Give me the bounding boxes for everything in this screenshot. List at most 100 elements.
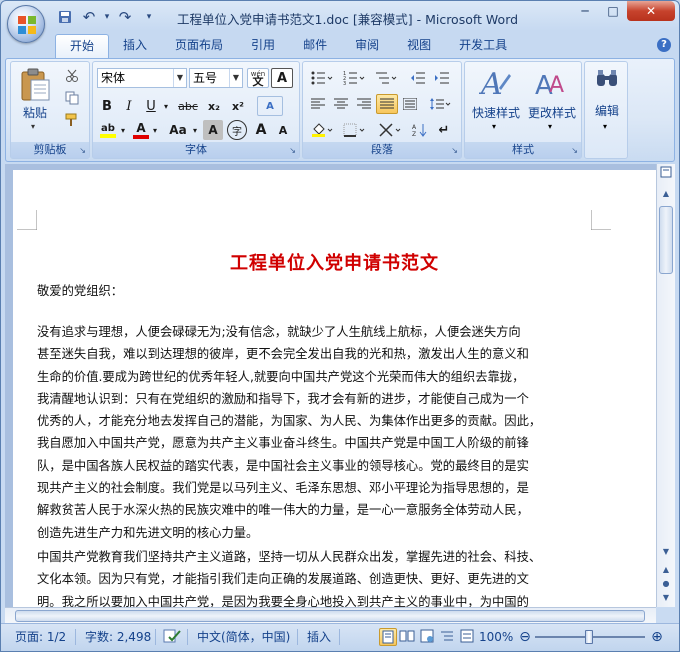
zoom-in-icon[interactable]: ⊕ bbox=[649, 628, 665, 646]
font-name-dropdown-icon[interactable]: ▼ bbox=[173, 69, 186, 87]
italic-button[interactable]: I bbox=[119, 96, 139, 116]
tab-review[interactable]: 审阅 bbox=[341, 34, 393, 58]
vertical-scrollbar[interactable]: ▲ ▼ ▲ ● ▼ bbox=[656, 164, 675, 607]
tab-developer[interactable]: 开发工具 bbox=[445, 34, 521, 58]
editing-group[interactable]: 编辑 ▾ bbox=[584, 61, 628, 159]
align-right-icon[interactable] bbox=[353, 94, 375, 114]
tab-mailings[interactable]: 邮件 bbox=[289, 34, 341, 58]
paragraph-launcher-icon[interactable]: ↘ bbox=[451, 146, 458, 155]
strikethrough-button[interactable]: abc bbox=[175, 96, 201, 116]
distributed-icon[interactable] bbox=[399, 94, 421, 114]
subscript-button[interactable]: x₂ bbox=[203, 96, 225, 116]
language-indicator[interactable]: 中文(简体，中国) bbox=[197, 628, 290, 646]
insert-mode-indicator[interactable]: 插入 bbox=[307, 628, 331, 646]
zoom-out-icon[interactable]: ⊖ bbox=[517, 628, 533, 646]
maximize-button[interactable]: □ bbox=[599, 1, 627, 21]
bullets-icon[interactable] bbox=[307, 68, 337, 88]
multilevel-list-icon[interactable] bbox=[371, 68, 401, 88]
line-spacing-icon[interactable] bbox=[425, 94, 455, 114]
quick-styles-dropdown-icon[interactable]: ▾ bbox=[492, 122, 496, 131]
phonetic-guide-button[interactable]: wén 文 bbox=[247, 68, 269, 88]
scroll-down-icon[interactable]: ▼ bbox=[658, 544, 674, 560]
save-icon[interactable] bbox=[55, 8, 75, 26]
font-name-combo[interactable]: 宋体 ▼ bbox=[97, 68, 187, 88]
tab-references[interactable]: 引用 bbox=[237, 34, 289, 58]
proofing-icon[interactable] bbox=[163, 628, 181, 646]
undo-dropdown-icon[interactable]: ▾ bbox=[103, 8, 111, 26]
clear-formatting-button[interactable]: A bbox=[257, 96, 283, 116]
change-case-button[interactable]: Aa bbox=[165, 120, 191, 140]
document-page[interactable]: 工程单位入党申请书范文 敬爱的党组织： 没有追求与理想，人便会碌碌无为;没有信念… bbox=[13, 170, 656, 607]
office-button[interactable] bbox=[7, 5, 45, 43]
page-count[interactable]: 页面: 1/2 bbox=[15, 628, 66, 646]
underline-button[interactable]: U bbox=[141, 96, 161, 116]
horizontal-scrollbar[interactable] bbox=[5, 607, 656, 623]
character-border-button[interactable]: A bbox=[271, 68, 293, 88]
draft-view-icon[interactable] bbox=[459, 628, 477, 646]
change-case-dropdown-icon[interactable]: ▾ bbox=[191, 120, 199, 140]
highlight-button[interactable]: ab bbox=[97, 120, 119, 140]
decrease-indent-icon[interactable] bbox=[407, 68, 429, 88]
font-launcher-icon[interactable]: ↘ bbox=[289, 146, 296, 155]
shading-icon[interactable] bbox=[307, 120, 337, 140]
zoom-level[interactable]: 100% bbox=[479, 628, 513, 646]
show-hide-marks-icon[interactable]: ↵ bbox=[433, 120, 455, 140]
format-painter-icon[interactable] bbox=[61, 110, 83, 130]
font-size-combo[interactable]: 五号 ▼ bbox=[189, 68, 243, 88]
print-layout-view-icon[interactable] bbox=[379, 628, 397, 646]
justify-icon[interactable] bbox=[376, 94, 398, 114]
editing-dropdown-icon[interactable]: ▾ bbox=[603, 122, 607, 131]
cut-icon[interactable] bbox=[61, 66, 83, 86]
bold-button[interactable]: B bbox=[97, 96, 117, 116]
character-shading-button[interactable]: A bbox=[203, 120, 223, 140]
highlight-dropdown-icon[interactable]: ▾ bbox=[119, 120, 127, 140]
view-ruler-icon[interactable] bbox=[658, 166, 674, 182]
font-size-dropdown-icon[interactable]: ▼ bbox=[229, 69, 242, 87]
grow-font-button[interactable]: A bbox=[251, 120, 271, 140]
customize-qat-icon[interactable]: ▾ bbox=[139, 8, 159, 26]
enclose-characters-button[interactable]: 字 bbox=[227, 120, 247, 140]
svg-text:3: 3 bbox=[343, 81, 346, 85]
paste-button[interactable]: 粘贴 ▾ bbox=[17, 66, 53, 138]
align-center-icon[interactable] bbox=[330, 94, 352, 114]
full-screen-reading-view-icon[interactable] bbox=[399, 628, 417, 646]
horizontal-scroll-thumb[interactable] bbox=[15, 610, 645, 622]
undo-icon[interactable]: ↶ bbox=[79, 8, 99, 26]
word-count[interactable]: 字数: 2,498 bbox=[85, 628, 151, 646]
tab-insert[interactable]: 插入 bbox=[109, 34, 161, 58]
zoom-slider[interactable] bbox=[535, 628, 645, 646]
superscript-button[interactable]: x² bbox=[227, 96, 249, 116]
styles-group-label: 样式 bbox=[465, 142, 581, 158]
borders-icon[interactable] bbox=[339, 120, 369, 140]
zoom-slider-thumb[interactable] bbox=[585, 630, 593, 644]
minimize-button[interactable]: ─ bbox=[571, 1, 599, 21]
sort-icon[interactable]: AZ bbox=[409, 120, 431, 140]
align-left-icon[interactable] bbox=[307, 94, 329, 114]
vertical-scroll-thumb[interactable] bbox=[659, 206, 673, 274]
tab-home[interactable]: 开始 bbox=[55, 34, 110, 58]
font-color-dropdown-icon[interactable]: ▾ bbox=[151, 120, 159, 140]
close-button[interactable]: ✕ bbox=[627, 1, 675, 21]
styles-launcher-icon[interactable]: ↘ bbox=[571, 146, 578, 155]
font-color-button[interactable]: A bbox=[131, 120, 151, 140]
asian-layout-icon[interactable] bbox=[375, 120, 405, 140]
copy-icon[interactable] bbox=[61, 88, 83, 108]
underline-dropdown-icon[interactable]: ▾ bbox=[161, 96, 171, 116]
change-styles-dropdown-icon[interactable]: ▾ bbox=[548, 122, 552, 131]
outline-view-icon[interactable] bbox=[439, 628, 457, 646]
redo-icon[interactable]: ↷ bbox=[115, 8, 135, 26]
numbering-icon[interactable]: 123 bbox=[339, 68, 369, 88]
paste-dropdown-icon[interactable]: ▾ bbox=[31, 122, 35, 131]
status-separator bbox=[75, 629, 76, 645]
change-styles-button[interactable]: A A 更改样式 ▾ bbox=[525, 66, 579, 138]
next-page-icon[interactable]: ▼ bbox=[658, 590, 674, 606]
web-layout-view-icon[interactable] bbox=[419, 628, 437, 646]
quick-styles-button[interactable]: A 快速样式 ▾ bbox=[469, 66, 523, 138]
shrink-font-button[interactable]: A bbox=[273, 120, 293, 140]
clipboard-launcher-icon[interactable]: ↘ bbox=[79, 146, 86, 155]
help-icon[interactable]: ? bbox=[657, 38, 671, 52]
tab-view[interactable]: 视图 bbox=[393, 34, 445, 58]
tab-page-layout[interactable]: 页面布局 bbox=[161, 34, 237, 58]
scroll-up-icon[interactable]: ▲ bbox=[658, 186, 674, 202]
increase-indent-icon[interactable] bbox=[431, 68, 453, 88]
